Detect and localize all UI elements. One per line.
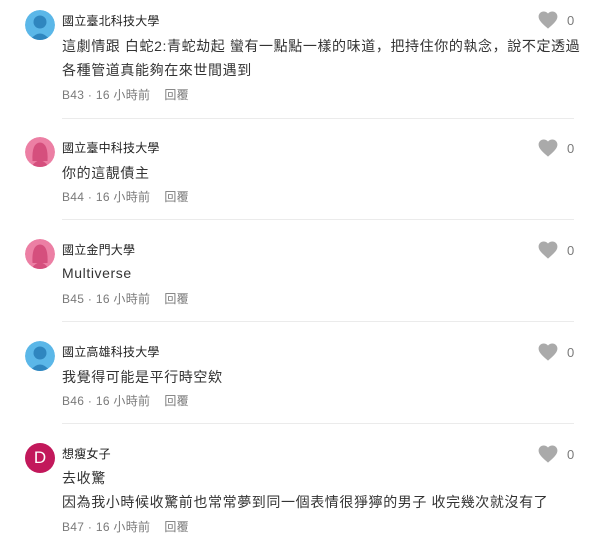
like-button[interactable]: 0 [538,139,574,157]
comment-time: 16 小時前 [95,520,151,534]
floor-number: B46 [62,394,85,408]
divider [62,321,574,322]
comment-text: 去收驚 [62,470,106,486]
comment-author[interactable]: 國立臺中科技大學 [62,139,160,156]
heart-icon [538,343,558,361]
reply-button[interactable]: 回覆 [164,394,189,408]
like-count: 0 [567,12,575,28]
like-count: 0 [567,344,575,360]
floor-number: B44 [62,190,85,204]
divider [62,423,574,424]
reply-button[interactable]: 回覆 [164,520,189,534]
like-button[interactable]: 0 [538,445,574,463]
comment-author[interactable]: 國立金門大學 [62,241,135,258]
floor-number: B47 [62,520,85,534]
divider [62,219,574,220]
avatar[interactable] [25,137,55,167]
heart-icon [538,241,558,259]
comment-time: 16 小時前 [95,88,151,102]
comment-meta: B47 · 16 小時前 回覆 [62,520,189,534]
reply-button[interactable]: 回覆 [164,190,189,204]
comment-meta: B46 · 16 小時前 回覆 [62,394,189,408]
like-button[interactable]: 0 [538,343,574,361]
heart-icon [538,11,558,29]
comment-time: 16 小時前 [95,394,151,408]
comment-author[interactable]: 國立高雄科技大學 [62,343,160,360]
comment-meta: B44 · 16 小時前 回覆 [62,190,189,204]
person-icon [25,137,55,167]
person-icon [25,239,55,269]
comment-text: 我覺得可能是平行時空欸 [62,369,223,385]
like-button[interactable]: 0 [538,241,574,259]
avatar[interactable] [25,341,55,371]
person-icon [25,10,55,40]
comment-time: 16 小時前 [95,190,151,204]
comment-meta: B45 · 16 小時前 回覆 [62,292,189,306]
comment-meta: B43 · 16 小時前 回覆 [62,88,189,102]
avatar[interactable] [25,10,55,40]
like-count: 0 [567,446,575,462]
heart-icon [538,445,558,463]
reply-button[interactable]: 回覆 [164,292,189,306]
comment-text: 各種管道真能夠在來世間遇到 [62,62,252,78]
divider [62,118,574,119]
avatar-letter: D [33,448,47,467]
avatar[interactable]: D [25,443,55,473]
floor-number: B45 [62,292,85,306]
like-button[interactable]: 0 [538,11,574,29]
comment-author[interactable]: 想瘦女子 [62,445,111,462]
comment-text: 你的這靚債主 [62,165,150,181]
comment-author[interactable]: 國立臺北科技大學 [62,12,160,29]
person-icon [25,341,55,371]
comment-text: 因為我小時候收驚前也常常夢到同一個表情很猙獰的男子 收完幾次就沒有了 [62,494,549,510]
comment-text: Multiverse [62,265,132,281]
comment-time: 16 小時前 [95,292,151,306]
comment-text: 這劇情跟 白蛇2:青蛇劫起 蠻有一點點一樣的味道，把持住你的執念，說不定透過 [62,38,581,54]
heart-icon [538,139,558,157]
like-count: 0 [567,140,575,156]
avatar[interactable] [25,239,55,269]
floor-number: B43 [62,88,85,102]
like-count: 0 [567,242,575,258]
reply-button[interactable]: 回覆 [164,88,189,102]
